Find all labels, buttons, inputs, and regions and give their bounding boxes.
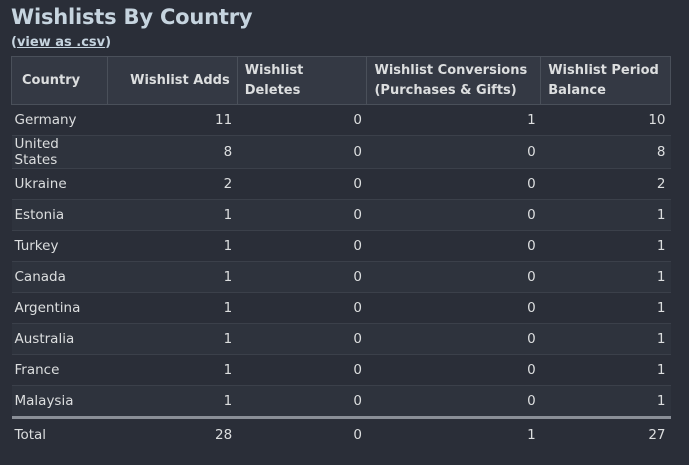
wishlist-balance-cell: 1 bbox=[540, 230, 671, 262]
total-adds: 28 bbox=[107, 416, 238, 450]
table-row: Estonia 1 0 0 1 bbox=[11, 199, 671, 231]
wishlist-balance-cell: 2 bbox=[540, 168, 671, 200]
country-cell: Ukraine bbox=[11, 168, 108, 200]
wishlist-balance-cell: 10 bbox=[540, 104, 671, 136]
table-total-row: Total 28 0 1 27 bbox=[11, 416, 671, 450]
wishlist-conversions-cell: 0 bbox=[366, 323, 541, 355]
wishlist-conversions-cell: 0 bbox=[366, 385, 541, 418]
wishlist-conversions-cell: 0 bbox=[366, 292, 541, 324]
wishlist-conversions-cell: 0 bbox=[366, 230, 541, 262]
wishlist-conversions-cell: 0 bbox=[366, 261, 541, 293]
wishlist-conversions-cell: 0 bbox=[366, 199, 541, 231]
wishlist-balance-cell: 1 bbox=[540, 199, 671, 231]
country-cell: France bbox=[11, 354, 108, 386]
country-cell: Canada bbox=[11, 261, 108, 293]
table-row: United States 8 0 0 8 bbox=[11, 135, 671, 169]
wishlist-adds-cell: 1 bbox=[107, 354, 238, 386]
wishlist-balance-cell: 1 bbox=[540, 323, 671, 355]
wishlist-deletes-cell: 0 bbox=[237, 354, 367, 386]
wishlist-deletes-cell: 0 bbox=[237, 385, 367, 418]
table-row: Ukraine 2 0 0 2 bbox=[11, 168, 671, 200]
country-cell: Australia bbox=[11, 323, 108, 355]
wishlist-adds-cell: 1 bbox=[107, 323, 238, 355]
header-balance-line2: Balance bbox=[548, 82, 606, 98]
table-row: Canada 1 0 0 1 bbox=[11, 261, 671, 293]
header-conversions-line1: Wishlist Conversions bbox=[374, 62, 528, 78]
total-label: Total bbox=[11, 416, 108, 450]
wishlist-adds-cell: 2 bbox=[107, 168, 238, 200]
total-deletes: 0 bbox=[237, 416, 367, 450]
table-row: Argentina 1 0 0 1 bbox=[11, 292, 671, 324]
wishlist-deletes-cell: 0 bbox=[237, 292, 367, 324]
wishlist-conversions-cell: 0 bbox=[366, 354, 541, 386]
country-cell: United States bbox=[11, 135, 108, 169]
wishlist-balance-cell: 8 bbox=[540, 135, 671, 169]
table-row: France 1 0 0 1 bbox=[11, 354, 671, 386]
csv-link-line: (view as .csv) bbox=[11, 35, 111, 50]
table-row: Germany 11 0 1 10 bbox=[11, 104, 671, 136]
wishlist-deletes-cell: 0 bbox=[237, 199, 367, 231]
page-title: Wishlists By Country bbox=[11, 5, 253, 29]
header-balance-line1: Wishlist Period bbox=[548, 62, 659, 78]
wishlist-conversions-cell: 0 bbox=[366, 135, 541, 169]
wishlist-balance-cell: 1 bbox=[540, 354, 671, 386]
header-wishlist-conversions[interactable]: Wishlist Conversions (Purchases & Gifts) bbox=[366, 56, 542, 105]
header-wishlist-adds[interactable]: Wishlist Adds bbox=[106, 56, 238, 105]
header-country[interactable]: Country bbox=[11, 56, 108, 105]
wishlist-adds-cell: 1 bbox=[107, 230, 238, 262]
wishlist-deletes-cell: 0 bbox=[237, 104, 367, 136]
header-wishlist-deletes[interactable]: Wishlist Deletes bbox=[236, 56, 368, 105]
wishlist-adds-cell: 11 bbox=[107, 104, 238, 136]
country-cell: Estonia bbox=[11, 199, 108, 231]
wishlist-adds-cell: 1 bbox=[107, 261, 238, 293]
table-header-row: Country Wishlist Adds Wishlist Deletes W… bbox=[11, 56, 671, 105]
country-cell: Malaysia bbox=[11, 385, 108, 418]
view-as-csv-link[interactable]: view as .csv bbox=[17, 35, 105, 50]
wishlist-deletes-cell: 0 bbox=[237, 135, 367, 169]
total-conversions: 1 bbox=[366, 416, 541, 450]
total-balance: 27 bbox=[540, 416, 671, 450]
wishlist-balance-cell: 1 bbox=[540, 292, 671, 324]
wishlist-balance-cell: 1 bbox=[540, 385, 671, 418]
country-cell: Turkey bbox=[11, 230, 108, 262]
wishlist-deletes-cell: 0 bbox=[237, 230, 367, 262]
wishlist-deletes-cell: 0 bbox=[237, 261, 367, 293]
country-cell: Germany bbox=[11, 104, 108, 136]
wishlists-by-country-table: Country Wishlist Adds Wishlist Deletes W… bbox=[11, 56, 671, 450]
wishlist-adds-cell: 1 bbox=[107, 385, 238, 418]
wishlist-balance-cell: 1 bbox=[540, 261, 671, 293]
wishlist-adds-cell: 1 bbox=[107, 292, 238, 324]
header-wishlist-period-balance[interactable]: Wishlist Period Balance bbox=[540, 56, 671, 105]
country-cell: Argentina bbox=[11, 292, 108, 324]
table-row: Turkey 1 0 0 1 bbox=[11, 230, 671, 262]
table-row: Australia 1 0 0 1 bbox=[11, 323, 671, 355]
wishlist-conversions-cell: 1 bbox=[366, 104, 541, 136]
wishlist-adds-cell: 1 bbox=[107, 199, 238, 231]
csv-close-paren: ) bbox=[105, 35, 112, 50]
wishlist-adds-cell: 8 bbox=[107, 135, 238, 169]
table-row: Malaysia 1 0 0 1 bbox=[11, 385, 671, 418]
wishlist-conversions-cell: 0 bbox=[366, 168, 541, 200]
wishlist-deletes-cell: 0 bbox=[237, 168, 367, 200]
wishlist-deletes-cell: 0 bbox=[237, 323, 367, 355]
header-conversions-line2: (Purchases & Gifts) bbox=[374, 82, 517, 98]
